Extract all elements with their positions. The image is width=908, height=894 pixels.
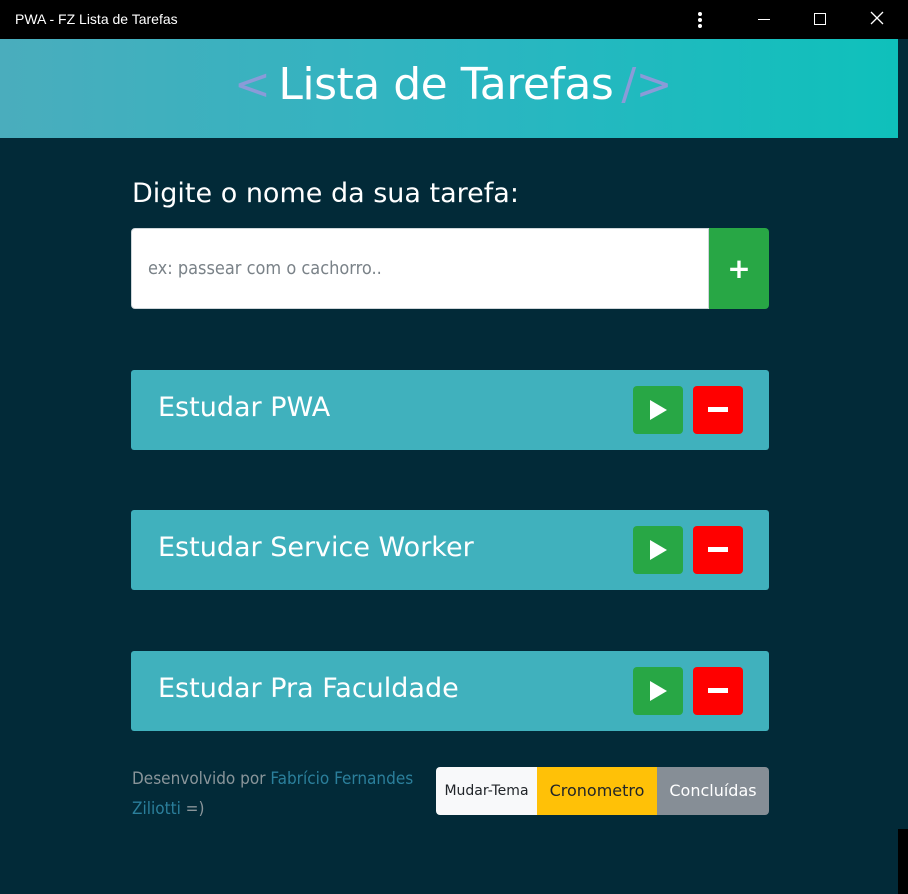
minus-icon: [708, 407, 728, 412]
play-icon: [650, 681, 667, 701]
window-title: PWA - FZ Lista de Tarefas: [15, 11, 178, 27]
window-titlebar: PWA - FZ Lista de Tarefas: [0, 0, 908, 39]
start-task-button[interactable]: [633, 386, 683, 434]
close-bracket: />: [621, 59, 673, 110]
task-name: Estudar Pra Faculdade: [158, 673, 459, 704]
footer-credit: Desenvolvido por Fabrício Fernandes Zili…: [132, 764, 422, 824]
minimize-icon[interactable]: [741, 0, 787, 39]
start-task-button[interactable]: [633, 667, 683, 715]
add-task-button[interactable]: +: [709, 228, 769, 309]
open-bracket: <: [233, 59, 271, 110]
task-input-label: Digite o nome da sua tarefa:: [132, 178, 519, 209]
task-item: Estudar PWA: [131, 370, 769, 450]
timer-button[interactable]: Cronometro: [537, 767, 657, 815]
footer-suffix: =): [180, 799, 205, 819]
header-title-wrap: < Lista de Tarefas/>: [0, 59, 906, 110]
delete-task-button[interactable]: [693, 386, 743, 434]
task-name: Estudar Service Worker: [158, 532, 474, 563]
close-icon[interactable]: [853, 0, 899, 39]
change-theme-button[interactable]: Mudar-Tema: [436, 767, 537, 815]
start-task-button[interactable]: [633, 526, 683, 574]
play-icon: [650, 400, 667, 420]
delete-task-button[interactable]: [693, 667, 743, 715]
maximize-icon[interactable]: [797, 0, 843, 39]
play-icon: [650, 540, 667, 560]
app-header: < Lista de Tarefas/>: [0, 39, 906, 138]
task-name: Estudar PWA: [158, 392, 331, 423]
scrollbar-thumb[interactable]: [898, 829, 908, 894]
completed-button[interactable]: Concluídas: [657, 767, 769, 815]
delete-task-button[interactable]: [693, 526, 743, 574]
page-title: Lista de Tarefas: [278, 59, 614, 110]
task-item: Estudar Pra Faculdade: [131, 651, 769, 731]
scrollbar-track[interactable]: [898, 39, 906, 829]
footer-prefix: Desenvolvido por: [132, 769, 271, 789]
minus-icon: [708, 688, 728, 693]
task-item: Estudar Service Worker: [131, 510, 769, 590]
more-icon[interactable]: [677, 0, 723, 39]
minus-icon: [708, 547, 728, 552]
task-input[interactable]: ex: passear com o cachorro..: [131, 228, 709, 309]
